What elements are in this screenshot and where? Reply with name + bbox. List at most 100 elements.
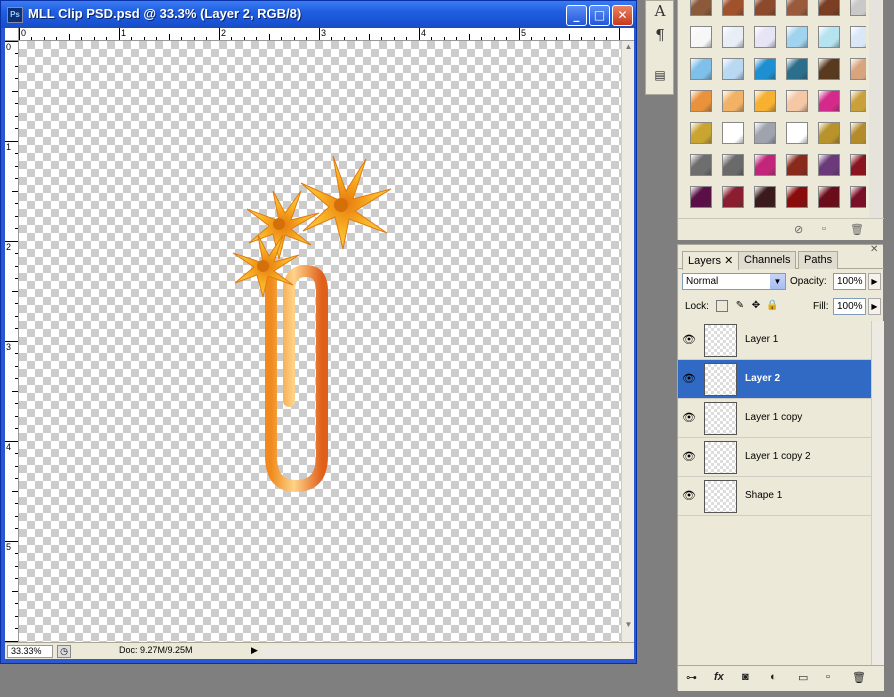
ruler-vertical[interactable]: 0 1 2 3 4 5 <box>5 41 19 642</box>
lock-all-icon[interactable]: 🔒 <box>766 300 778 312</box>
style-swatch[interactable] <box>754 90 776 112</box>
style-swatch[interactable] <box>786 122 808 144</box>
delete-style-icon[interactable]: 🗑 <box>850 223 864 236</box>
style-swatch[interactable] <box>690 26 712 48</box>
layer-row[interactable]: 👁 Layer 1 copy 2 <box>678 438 871 477</box>
status-menu-icon[interactable]: ▶ <box>251 645 258 656</box>
link-icon[interactable]: ⊶ <box>686 671 697 684</box>
layer-name: Layer 1 <box>745 334 779 345</box>
new-layer-icon[interactable]: ▫ <box>826 671 830 683</box>
style-swatch[interactable] <box>754 122 776 144</box>
style-swatch[interactable] <box>690 154 712 176</box>
minimize-button[interactable]: _ <box>566 5 587 26</box>
status-info-icon[interactable]: ◷ <box>57 645 71 658</box>
chevron-down-icon[interactable]: ▼ <box>770 274 785 289</box>
vertical-scrollbar[interactable]: ▲ ▼ <box>621 41 634 642</box>
document-titlebar[interactable]: Ps MLL Clip PSD.psd @ 33.3% (Layer 2, RG… <box>1 1 636 28</box>
style-swatch[interactable] <box>754 186 776 208</box>
ruler-horizontal[interactable]: 0 1 2 3 4 5 <box>19 28 634 41</box>
style-swatch[interactable] <box>722 26 744 48</box>
folder-icon[interactable]: ▭ <box>798 671 808 684</box>
style-swatch[interactable] <box>690 0 712 16</box>
zoom-field[interactable]: 33.33% <box>7 645 53 658</box>
style-swatch[interactable] <box>850 154 866 176</box>
paragraph-tool-icon[interactable]: ¶ <box>649 25 671 45</box>
style-swatch[interactable] <box>850 0 866 16</box>
horizontal-scrollbar[interactable] <box>261 645 631 658</box>
style-swatch[interactable] <box>690 122 712 144</box>
style-swatch[interactable] <box>786 26 808 48</box>
style-swatch[interactable] <box>690 186 712 208</box>
eye-icon[interactable]: 👁 <box>682 334 696 346</box>
style-swatch[interactable] <box>722 0 744 16</box>
style-swatch[interactable] <box>850 122 866 144</box>
close-button[interactable]: ✕ <box>612 5 633 26</box>
type-tool-icon[interactable]: A <box>649 1 671 21</box>
layer-row[interactable]: 👁 Layer 1 <box>678 321 871 360</box>
style-swatch[interactable] <box>754 154 776 176</box>
eye-icon[interactable]: 👁 <box>682 412 696 424</box>
style-swatch[interactable] <box>754 58 776 80</box>
style-swatch[interactable] <box>786 58 808 80</box>
style-swatch[interactable] <box>818 122 840 144</box>
style-swatch[interactable] <box>722 186 744 208</box>
scroll-up-icon[interactable]: ▲ <box>623 41 634 53</box>
layers-panel: Layers ✕ Channels Paths Normal ▼ Opacity… <box>677 244 884 691</box>
style-swatch[interactable] <box>818 154 840 176</box>
close-tab-icon[interactable]: ✕ <box>724 255 733 267</box>
fill-slider-icon[interactable]: ▶ <box>868 298 881 315</box>
eye-icon[interactable]: 👁 <box>682 373 696 385</box>
document-canvas[interactable] <box>19 41 621 642</box>
style-swatch[interactable] <box>754 0 776 16</box>
style-swatch[interactable] <box>786 0 808 16</box>
style-swatch[interactable] <box>818 0 840 16</box>
blend-mode-select[interactable]: Normal ▼ <box>682 273 786 290</box>
trash-icon[interactable]: 🗑 <box>852 671 866 684</box>
maximize-button[interactable]: □ <box>589 5 610 26</box>
style-swatch[interactable] <box>786 154 808 176</box>
style-swatch[interactable] <box>722 154 744 176</box>
style-swatch[interactable] <box>818 26 840 48</box>
layer-row[interactable]: 👁 Layer 1 copy <box>678 399 871 438</box>
eye-icon[interactable]: 👁 <box>682 490 696 502</box>
new-style-icon[interactable]: ▫ <box>822 223 826 235</box>
tab-layers[interactable]: Layers ✕ <box>682 251 740 270</box>
doc-size-label: Doc: 9.27M/9.25M <box>119 645 193 655</box>
style-swatch[interactable] <box>850 58 866 80</box>
style-swatch[interactable] <box>690 58 712 80</box>
style-swatch[interactable] <box>722 90 744 112</box>
palette-menu-icon[interactable]: ▤ <box>649 65 671 85</box>
lock-position-icon[interactable]: ✥ <box>750 300 762 312</box>
style-swatch[interactable] <box>818 186 840 208</box>
eye-icon[interactable]: 👁 <box>682 451 696 463</box>
style-swatch[interactable] <box>786 186 808 208</box>
fx-icon[interactable]: fx <box>714 671 724 683</box>
style-swatch[interactable] <box>818 58 840 80</box>
styles-scrollbar[interactable] <box>869 0 882 218</box>
fill-field[interactable]: 100% <box>833 298 866 315</box>
layer-row-selected[interactable]: 👁 Layer 2 <box>678 360 871 399</box>
tab-channels[interactable]: Channels <box>738 251 797 269</box>
panel-close-icon[interactable]: ✕ <box>870 244 878 255</box>
mask-icon[interactable]: ◙ <box>742 671 749 683</box>
lock-transparency-icon[interactable] <box>716 300 728 312</box>
lock-pixels-icon[interactable]: ✎ <box>734 300 746 312</box>
tab-paths[interactable]: Paths <box>798 251 839 269</box>
style-swatch[interactable] <box>690 90 712 112</box>
style-swatch[interactable] <box>850 186 866 208</box>
style-swatch[interactable] <box>754 26 776 48</box>
opacity-field[interactable]: 100% <box>833 273 866 290</box>
style-swatch[interactable] <box>722 122 744 144</box>
style-swatch[interactable] <box>850 90 866 112</box>
style-swatch[interactable] <box>786 90 808 112</box>
style-swatch[interactable] <box>722 58 744 80</box>
clear-style-icon[interactable]: ⊘ <box>794 223 803 236</box>
style-swatch[interactable] <box>850 26 866 48</box>
opacity-slider-icon[interactable]: ▶ <box>868 273 881 290</box>
scroll-down-icon[interactable]: ▼ <box>623 619 634 631</box>
adjustment-icon[interactable]: ◐ <box>770 671 777 683</box>
style-swatch[interactable] <box>818 90 840 112</box>
layer-row[interactable]: 👁 Shape 1 <box>678 477 871 516</box>
ruler-corner[interactable] <box>5 28 19 41</box>
layers-scrollbar[interactable] <box>871 321 884 671</box>
